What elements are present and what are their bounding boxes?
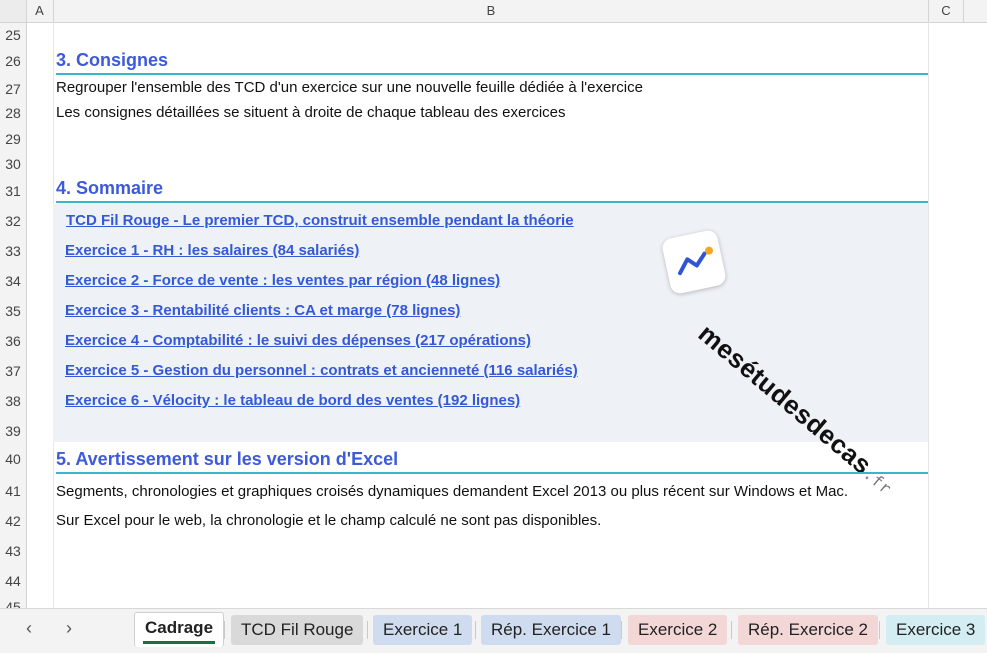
link-exercice-3[interactable]: Exercice 3 - Rentabilité clients : CA et… (65, 299, 460, 323)
section-title-consignes: 3. Consignes (56, 47, 928, 75)
tab-separator (224, 621, 225, 639)
row-number[interactable]: 39 (0, 416, 26, 446)
link-tcd-fil-rouge[interactable]: TCD Fil Rouge - Le premier TCD, construi… (66, 209, 574, 233)
tab-separator (731, 621, 732, 639)
row-number[interactable]: 26 (0, 46, 26, 76)
consigne-line: Les consignes détaillées se situent à dr… (56, 104, 566, 121)
row-number[interactable]: 41 (0, 476, 26, 506)
chart-trend-icon (660, 228, 728, 296)
row-number[interactable]: 35 (0, 296, 26, 326)
link-exercice-2[interactable]: Exercice 2 - Force de vente : les ventes… (65, 269, 500, 293)
tab-exercice-1[interactable]: Exercice 1 (373, 615, 473, 645)
link-exercice-6[interactable]: Exercice 6 - Vélocity : le tableau de bo… (65, 389, 520, 413)
tab-rep-exercice-1[interactable]: Rép. Exercice 1 (481, 615, 621, 645)
row-number[interactable]: 40 (0, 444, 26, 474)
tab-exercice-3[interactable]: Exercice 3 (886, 615, 986, 645)
tab-separator (879, 621, 880, 639)
link-exercice-4[interactable]: Exercice 4 - Comptabilité : le suivi des… (65, 329, 531, 353)
column-gridline (928, 22, 929, 608)
link-exercice-5[interactable]: Exercice 5 - Gestion du personnel : cont… (65, 359, 578, 383)
avertissement-line: Sur Excel pour le web, la chronologie et… (56, 512, 602, 529)
tab-cadrage[interactable]: Cadrage (134, 612, 225, 647)
section-title-sommaire: 4. Sommaire (56, 175, 928, 203)
row-number[interactable]: 31 (0, 176, 26, 206)
row-number[interactable]: 32 (0, 206, 26, 236)
tab-tcd-fil-rouge[interactable]: TCD Fil Rouge (231, 615, 364, 645)
tab-separator (621, 621, 622, 639)
select-all-corner[interactable] (0, 0, 27, 22)
consigne-line: Regrouper l'ensemble des TCD d'un exerci… (56, 79, 643, 96)
row-number[interactable]: 43 (0, 536, 26, 566)
row-number[interactable]: 30 (0, 149, 26, 179)
avertissement-line: Segments, chronologies et graphiques cro… (56, 483, 849, 500)
sheet-tab-bar: ‹ › Cadrage TCD Fil Rouge Exercice 1 Rép… (0, 608, 987, 653)
row-number[interactable]: 42 (0, 506, 26, 536)
link-exercice-1[interactable]: Exercice 1 - RH : les salaires (84 salar… (65, 239, 359, 263)
row-number[interactable]: 34 (0, 266, 26, 296)
row-number[interactable]: 38 (0, 386, 26, 416)
column-header-a[interactable]: A (26, 0, 54, 22)
column-header-b[interactable]: B (54, 0, 929, 22)
row-number[interactable]: 45 (0, 592, 26, 608)
column-header-c[interactable]: C (929, 0, 964, 22)
tab-separator (475, 621, 476, 639)
row-number[interactable]: 36 (0, 326, 26, 356)
tab-separator (367, 621, 368, 639)
tab-exercice-2[interactable]: Exercice 2 (628, 615, 728, 645)
row-number[interactable]: 37 (0, 356, 26, 386)
row-number[interactable]: 33 (0, 236, 26, 266)
section-title-avertissement: 5. Avertissement sur les version d'Excel (56, 446, 928, 474)
tab-rep-exercice-2[interactable]: Rép. Exercice 2 (738, 615, 878, 645)
chevron-right-icon[interactable]: › (58, 617, 80, 639)
column-header: A B C (0, 0, 987, 23)
chevron-left-icon[interactable]: ‹ (18, 617, 40, 639)
row-header: 25 26 27 28 29 30 31 32 33 34 35 36 37 3… (0, 23, 27, 608)
